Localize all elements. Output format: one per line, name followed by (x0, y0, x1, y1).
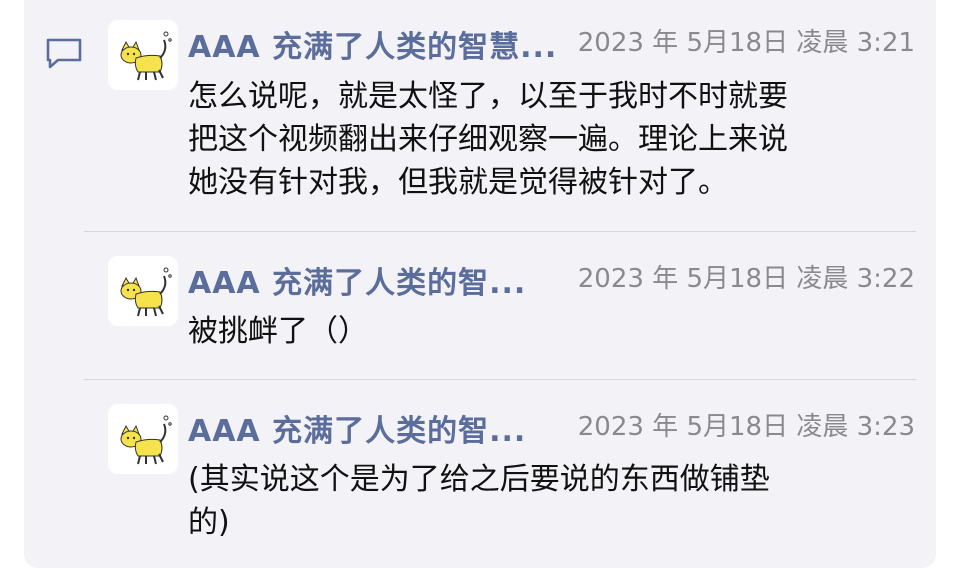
message-body: 被挑衅了（） (188, 310, 908, 353)
author-name[interactable]: AAA 充满了人类的智慧... (188, 22, 578, 66)
message-line: (其实说这个是为了给之后要说的东西做铺垫 (188, 462, 770, 497)
message-body: 怎么说呢，就是太怪了，以至于我时不时就要 把这个视频翻出来仔细观察一遍。理论上来… (188, 75, 908, 204)
message-line: 她没有针对我，但我就是觉得被针对了。 (188, 165, 728, 200)
comment-icon[interactable] (44, 36, 84, 72)
author-name[interactable]: AAA 充满了人类的智... (188, 406, 548, 450)
timestamp: 2023 年 5月18日 凌晨 3:23 (577, 412, 915, 442)
comment-thread-card: AAA 充满了人类的智慧... 2023 年 5月18日 凌晨 3:21 怎么说… (24, 0, 936, 568)
message-line: 的) (188, 505, 230, 540)
avatar[interactable] (108, 20, 178, 90)
avatar[interactable] (108, 404, 178, 474)
message-line: 被挑衅了（） (188, 314, 368, 349)
cat-avatar-icon (108, 404, 178, 474)
cat-avatar-icon (108, 20, 178, 90)
avatar[interactable] (108, 256, 178, 326)
author-name[interactable]: AAA 充满了人类的智... (188, 258, 548, 302)
message-line: 怎么说呢，就是太怪了，以至于我时不时就要 (188, 79, 788, 114)
timestamp: 2023 年 5月18日 凌晨 3:22 (577, 264, 915, 294)
message-body: (其实说这个是为了给之后要说的东西做铺垫 的) (188, 458, 908, 544)
message-divider (84, 379, 916, 380)
timestamp: 2023 年 5月18日 凌晨 3:21 (577, 28, 915, 58)
message-divider (84, 231, 916, 232)
message-line: 把这个视频翻出来仔细观察一遍。理论上来说 (188, 122, 788, 157)
cat-avatar-icon (108, 256, 178, 326)
